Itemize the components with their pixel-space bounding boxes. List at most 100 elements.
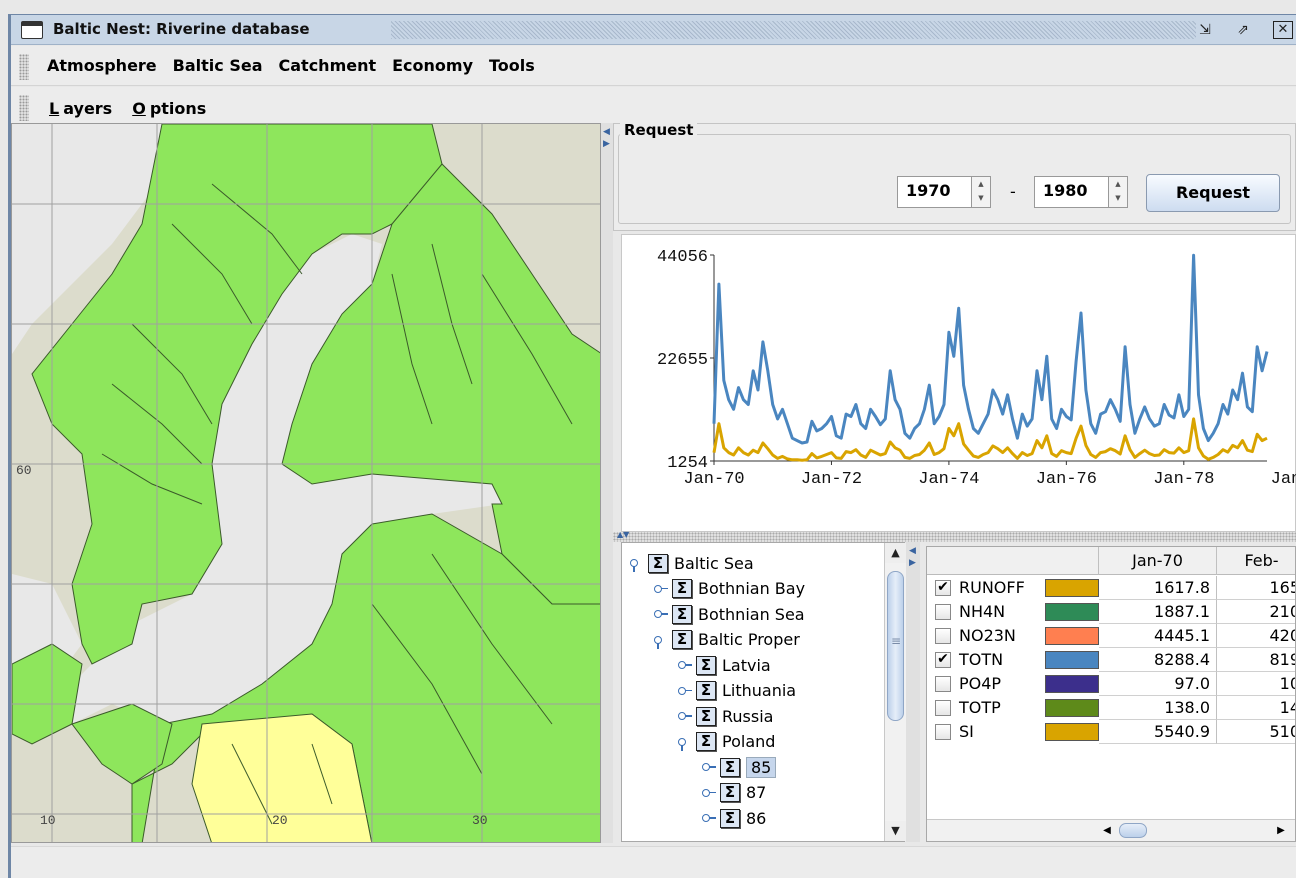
table-horizontal-scrollbar[interactable]: ◀ ▶ <box>927 819 1295 841</box>
parameter-checkbox[interactable] <box>935 604 951 620</box>
parameter-name: NO23N <box>959 626 1016 645</box>
tree-node[interactable]: Σ Poland <box>678 730 775 754</box>
time-series-chart: 44056 22655 1254 Jan-70 Jan-72 Jan-74 Jan-76 Ja… <box>621 234 1296 532</box>
sigma-icon: Σ <box>672 630 692 649</box>
collapse-right-icon[interactable]: ▶ <box>603 139 610 149</box>
scroll-down-icon[interactable]: ▼ <box>885 821 906 841</box>
series-color-swatch[interactable] <box>1045 603 1099 621</box>
tree-node[interactable]: Σ Bothnian Sea <box>654 602 805 626</box>
tree-node[interactable]: Σ 86 <box>702 806 766 830</box>
menu-tools[interactable]: Tools <box>487 56 537 75</box>
parameter-checkbox[interactable] <box>935 700 951 716</box>
from-year-spinner[interactable]: 1970 ▲ ▼ <box>897 176 991 208</box>
x-tick-label: Jan-76 <box>1036 470 1097 489</box>
collapse-left-icon[interactable]: ◀ <box>603 127 610 137</box>
tree-node[interactable]: Σ 87 <box>702 781 766 805</box>
collapsed-handle-icon[interactable] <box>678 660 692 670</box>
to-year-stepper-icon[interactable]: ▲ ▼ <box>1108 176 1128 208</box>
collapsed-handle-icon[interactable] <box>654 609 668 619</box>
parameter-name: TOTN <box>959 650 1004 669</box>
value-cell: 8288.4 <box>1099 648 1217 672</box>
region-tree[interactable]: Σ Baltic Sea Σ Bothnian Bay Σ Bothnian Sea Σ Ba… <box>621 542 905 842</box>
value-cell: 510 <box>1217 720 1295 744</box>
scroll-right-icon[interactable]: ▶ <box>1271 820 1291 841</box>
series-color-swatch[interactable] <box>1045 699 1099 717</box>
parameter-name: SI <box>959 722 974 741</box>
tree-node-label: Bothnian Bay <box>698 579 806 598</box>
from-year-stepper-icon[interactable]: ▲ ▼ <box>971 176 991 208</box>
menu-baltic-sea[interactable]: Baltic Sea <box>171 56 265 75</box>
col-header-parameter[interactable] <box>927 547 1099 575</box>
options-mnemonic: O <box>132 99 146 118</box>
scroll-left-icon[interactable]: ◀ <box>1097 820 1117 841</box>
from-year-value: 1970 <box>906 181 951 200</box>
vertical-splitter[interactable]: ◀ ▶ <box>601 123 613 843</box>
horizontal-splitter[interactable]: ▲▼ <box>613 530 1296 542</box>
close-icon[interactable]: ✕ <box>1273 21 1293 39</box>
series-color-swatch[interactable] <box>1045 627 1099 645</box>
collapsed-handle-icon[interactable] <box>702 762 716 772</box>
tree-node[interactable]: Σ Baltic Proper <box>654 628 800 652</box>
value-cell: 4445.1 <box>1099 624 1217 648</box>
expand-tree-icon[interactable]: ▶ <box>909 558 916 568</box>
tree-table-splitter[interactable]: ◀ ▶ <box>906 542 920 842</box>
collapsed-handle-icon[interactable] <box>702 813 716 823</box>
parameter-checkbox[interactable]: ✔ <box>935 580 951 596</box>
sigma-icon: Σ <box>696 732 716 751</box>
value-cell: 819 <box>1217 648 1295 672</box>
collapsed-handle-icon[interactable] <box>654 584 668 594</box>
collapsed-handle-icon[interactable] <box>702 788 716 798</box>
title-bar[interactable]: Baltic Nest: Riverine database ⇲ ⇗ ✕ <box>11 15 1296 45</box>
series-color-swatch[interactable] <box>1045 675 1099 693</box>
tree-node-label: Latvia <box>722 655 771 675</box>
collapsed-handle-icon[interactable] <box>678 686 692 696</box>
parameter-checkbox[interactable]: ✔ <box>935 652 951 668</box>
parameter-checkbox[interactable] <box>935 628 951 644</box>
lon-label-20: 20 <box>272 813 288 828</box>
minimize-icon[interactable]: ⇲ <box>1195 21 1215 39</box>
menu-atmosphere[interactable]: Atmosphere <box>45 56 159 75</box>
value-cell: 14 <box>1217 696 1295 720</box>
map-view[interactable]: 60 10 20 30 <box>11 123 601 843</box>
menu-economy[interactable]: Economy <box>390 56 475 75</box>
series-color-swatch[interactable] <box>1045 651 1099 669</box>
tree-node[interactable]: Σ 85 <box>702 755 777 779</box>
value-cell: 10 <box>1217 672 1295 696</box>
to-year-spinner[interactable]: 1980 ▲ ▼ <box>1034 176 1128 208</box>
tree-node[interactable]: Σ Lithuania <box>678 679 796 703</box>
col-header-jan70[interactable]: Jan-70 <box>1099 547 1217 575</box>
lat-label-60: 60 <box>16 463 32 478</box>
request-button[interactable]: Request <box>1146 174 1280 212</box>
collapse-tree-icon[interactable]: ◀ <box>909 546 916 556</box>
table-row: NO23N 4445.1420 <box>927 624 1295 648</box>
maximize-icon[interactable]: ⇗ <box>1233 21 1253 39</box>
col-header-feb[interactable]: Feb- <box>1217 547 1295 575</box>
menu-catchment[interactable]: Catchment <box>277 56 379 75</box>
table-scroll-thumb[interactable] <box>1119 823 1147 838</box>
tree-vertical-scrollbar[interactable]: ▲ ▼ <box>884 543 906 841</box>
tree-node[interactable]: Σ Bothnian Bay <box>654 577 805 601</box>
toolbar-gripper[interactable] <box>19 95 29 121</box>
tree-node[interactable]: Σ Latvia <box>678 653 771 677</box>
tree-node[interactable]: Σ Baltic Sea <box>630 551 754 575</box>
to-year-value: 1980 <box>1043 181 1088 200</box>
menubar-gripper[interactable] <box>19 54 29 80</box>
tree-node-label: 86 <box>746 808 767 828</box>
series-color-swatch[interactable] <box>1045 723 1099 741</box>
menu-layers[interactable]: Layers <box>45 99 116 118</box>
menu-options[interactable]: Options <box>128 99 210 118</box>
tree-scroll-thumb[interactable] <box>887 571 904 721</box>
tree-node[interactable]: Σ Russia <box>678 704 773 728</box>
tree-node-label: Russia <box>722 706 774 726</box>
y-tick-label: 22655 <box>657 351 708 370</box>
expanded-handle-icon[interactable] <box>630 558 644 572</box>
sigma-icon: Σ <box>648 553 668 573</box>
collapse-up-icon[interactable]: ▲▼ <box>617 530 629 539</box>
scroll-up-icon[interactable]: ▲ <box>885 543 906 563</box>
parameter-checkbox[interactable] <box>935 724 951 740</box>
expanded-handle-icon[interactable] <box>678 737 692 751</box>
parameter-checkbox[interactable] <box>935 676 951 692</box>
series-color-swatch[interactable] <box>1045 579 1099 597</box>
collapsed-handle-icon[interactable] <box>678 711 692 721</box>
expanded-handle-icon[interactable] <box>654 635 668 649</box>
